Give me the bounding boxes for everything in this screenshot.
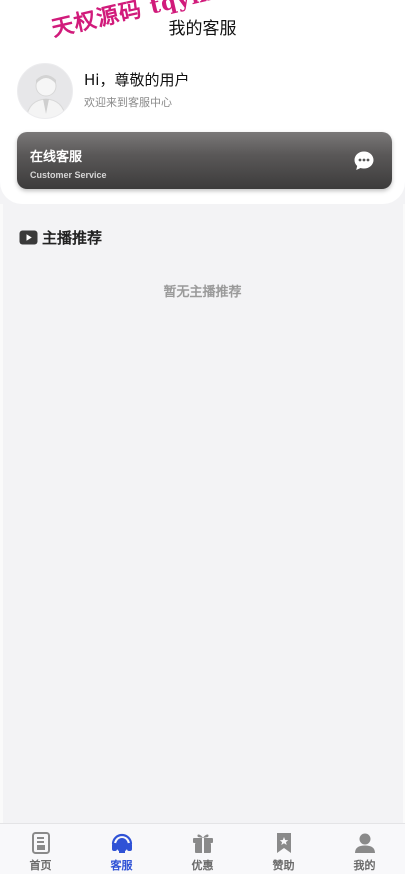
tab-mine-label: 我的 bbox=[353, 859, 376, 872]
tab-home-label: 首页 bbox=[29, 859, 52, 872]
section-title: 主播推荐 bbox=[42, 229, 103, 247]
tab-home[interactable]: 首页 bbox=[0, 824, 81, 874]
headset-icon bbox=[111, 833, 132, 853]
user-icon bbox=[354, 833, 375, 853]
section-header: 主播推荐 bbox=[19, 227, 102, 248]
tab-sponsor[interactable]: 赞助 bbox=[243, 824, 324, 874]
home-doc-icon bbox=[31, 832, 50, 854]
tab-offers[interactable]: 优惠 bbox=[162, 824, 243, 874]
tab-sponsor-label: 赞助 bbox=[272, 859, 295, 872]
chat-bubble-icon bbox=[354, 151, 374, 170]
avatar[interactable] bbox=[17, 63, 73, 119]
tab-service-label: 客服 bbox=[110, 859, 133, 872]
online-service-card[interactable]: 在线客服 Customer Service bbox=[17, 132, 392, 189]
tab-offers-label: 优惠 bbox=[191, 859, 214, 872]
gift-icon bbox=[192, 834, 213, 853]
greeting-text: Hi，尊敬的用户 bbox=[84, 71, 190, 89]
service-title: 在线客服 bbox=[30, 150, 83, 165]
tab-mine[interactable]: 我的 bbox=[324, 824, 405, 874]
video-play-icon bbox=[19, 230, 38, 245]
bottom-tabbar: 首页 客服 优惠 赞助 我的 bbox=[0, 823, 405, 874]
user-avatar-icon bbox=[25, 75, 67, 118]
welcome-text: 欢迎来到客服中心 bbox=[84, 96, 172, 109]
empty-state-text: 暂无主播推荐 bbox=[163, 285, 242, 300]
service-subtitle: Customer Service bbox=[30, 170, 107, 180]
bookmark-star-icon bbox=[276, 833, 291, 853]
page-title: 我的客服 bbox=[168, 19, 237, 39]
tab-service[interactable]: 客服 bbox=[81, 824, 162, 874]
